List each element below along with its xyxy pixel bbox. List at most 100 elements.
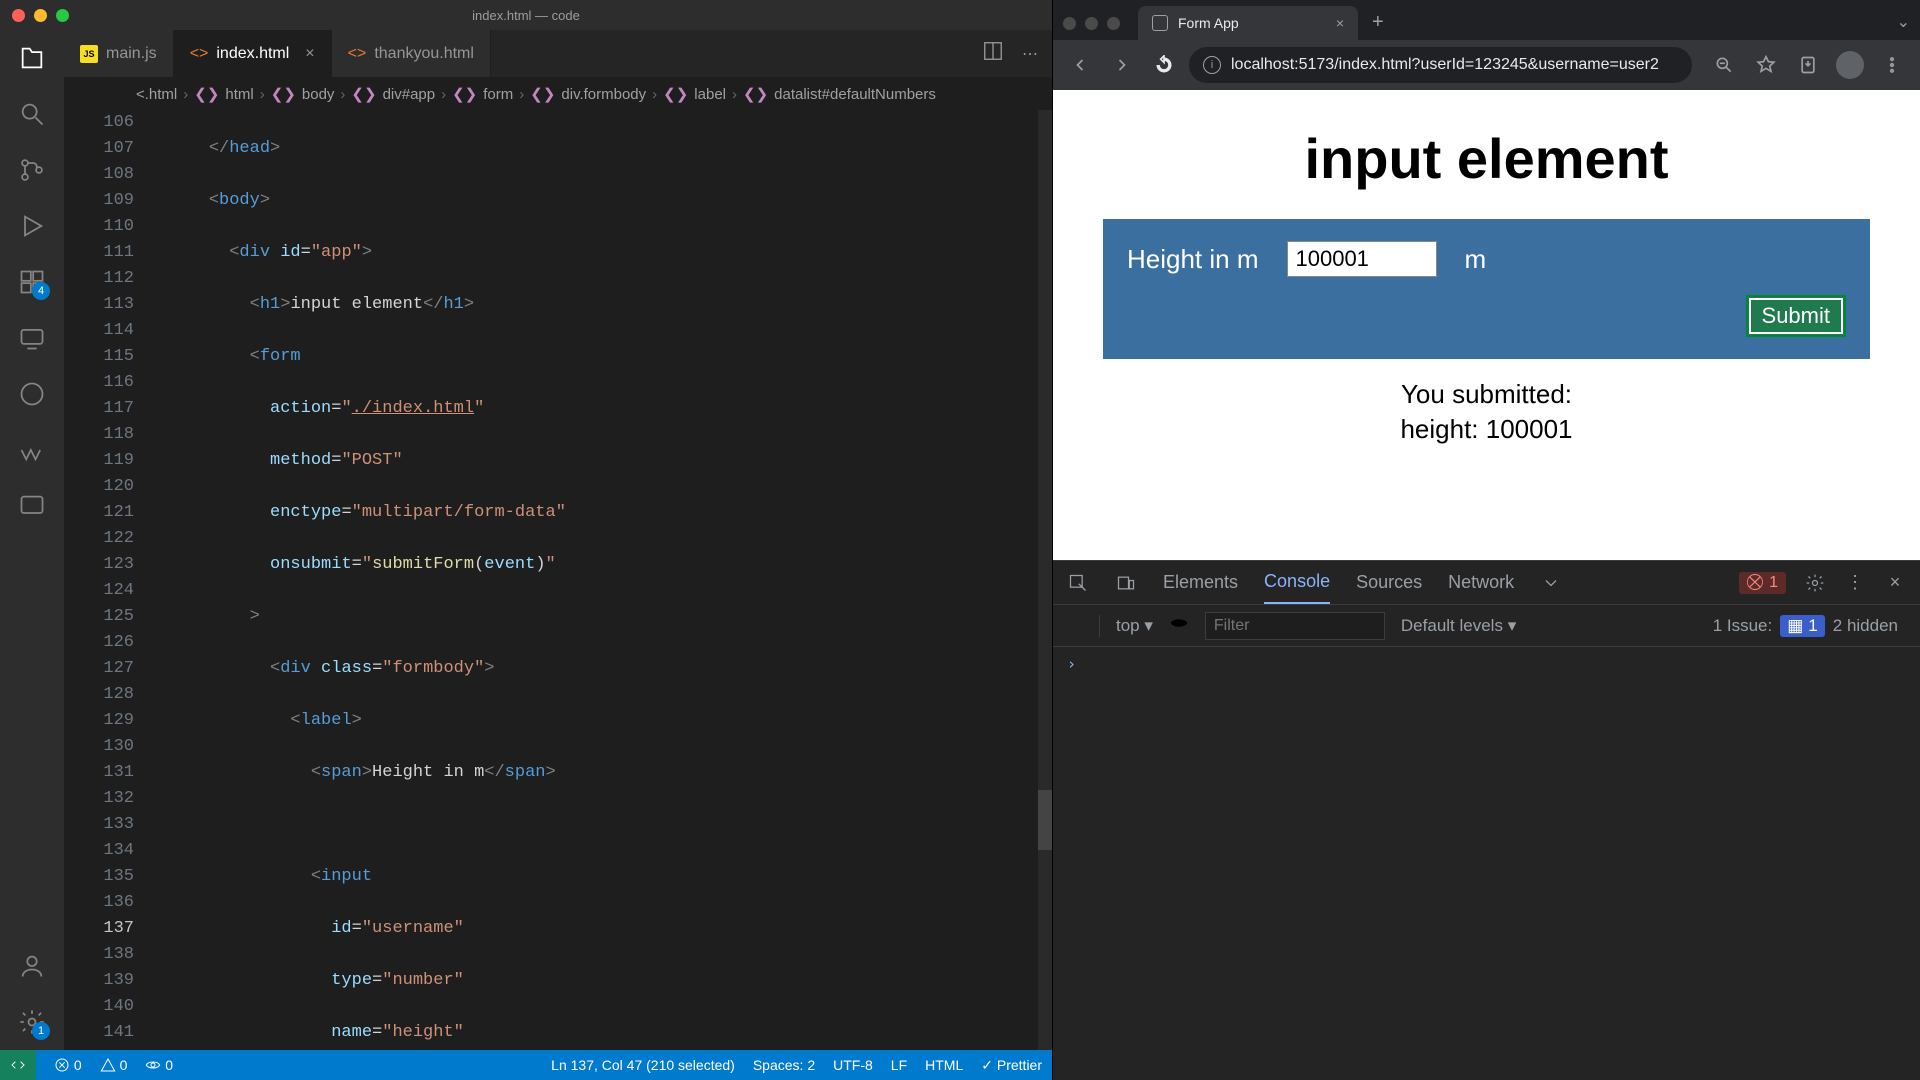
- address-bar[interactable]: i localhost:5173/index.html?userId=12324…: [1189, 47, 1692, 83]
- extensions-badge: 4: [32, 282, 50, 300]
- search-icon[interactable]: [16, 98, 48, 130]
- status-eol[interactable]: LF: [891, 1057, 907, 1073]
- tab-label: thankyou.html: [374, 45, 474, 63]
- tab-console[interactable]: Console: [1264, 571, 1330, 604]
- close-icon[interactable]: ×: [305, 45, 314, 63]
- height-input[interactable]: [1287, 241, 1437, 277]
- result-line: You submitted:: [1103, 377, 1870, 412]
- submit-button[interactable]: Submit: [1746, 295, 1846, 337]
- minimize-icon[interactable]: [1085, 17, 1098, 30]
- source-control-icon[interactable]: [16, 154, 48, 186]
- mac-traffic-lights[interactable]: [12, 9, 69, 22]
- bc-item[interactable]: form: [483, 86, 513, 103]
- install-icon[interactable]: [1790, 47, 1826, 83]
- bc-item[interactable]: label: [694, 86, 726, 103]
- devtools-settings-icon[interactable]: [1804, 572, 1826, 594]
- unit-label: m: [1465, 244, 1487, 275]
- tab-elements[interactable]: Elements: [1163, 572, 1238, 603]
- mac-traffic-lights[interactable]: [1063, 17, 1120, 30]
- status-spaces[interactable]: Spaces: 2: [753, 1057, 815, 1073]
- page-content: input element Height in m m Submit You s…: [1053, 90, 1920, 560]
- site-info-icon[interactable]: i: [1203, 56, 1221, 74]
- tab-sources[interactable]: Sources: [1356, 572, 1422, 603]
- code-editor[interactable]: 106107108109110 111112113114115 11611711…: [64, 110, 1052, 1050]
- extensions-icon[interactable]: 4: [16, 266, 48, 298]
- close-icon[interactable]: [12, 9, 25, 22]
- browser-toolbar: i localhost:5173/index.html?userId=12324…: [1053, 40, 1920, 90]
- tab-thankyou-html[interactable]: <> thankyou.html: [332, 30, 491, 77]
- explorer-icon[interactable]: [16, 42, 48, 74]
- status-cursor[interactable]: Ln 137, Col 47 (210 selected): [551, 1057, 735, 1073]
- error-count[interactable]: ⛒ 1: [1739, 572, 1786, 594]
- bc-item[interactable]: div#app: [383, 86, 436, 103]
- tab-main-js[interactable]: JS main.js: [64, 30, 174, 77]
- tab-network[interactable]: Network: [1448, 572, 1514, 603]
- code-content[interactable]: </head> <body> <div id="app"> <h1>input …: [164, 110, 1052, 1050]
- status-bar: 0 0 0 Ln 137, Col 47 (210 selected) Spac…: [0, 1050, 1052, 1080]
- back-button[interactable]: [1063, 48, 1097, 82]
- levels-selector[interactable]: Default levels ▾: [1401, 616, 1516, 636]
- context-selector[interactable]: top ▾: [1116, 616, 1153, 636]
- zoom-icon[interactable]: [1107, 17, 1120, 30]
- menu-icon[interactable]: [1874, 47, 1910, 83]
- devtools-close-icon[interactable]: ×: [1884, 572, 1906, 594]
- hidden-count[interactable]: 2 hidden: [1833, 616, 1898, 636]
- tab-label: main.js: [106, 45, 157, 63]
- settings-icon[interactable]: 1: [16, 1006, 48, 1038]
- devtools-menu-icon[interactable]: ⋮: [1844, 572, 1866, 594]
- bc-item[interactable]: html: [225, 86, 253, 103]
- account-icon[interactable]: [16, 950, 48, 982]
- inspect-icon[interactable]: [1067, 572, 1089, 594]
- status-errors[interactable]: 0: [54, 1057, 82, 1073]
- editor-region: JS main.js <> index.html × <> thankyou.h…: [64, 30, 1052, 1050]
- minimize-icon[interactable]: [34, 9, 47, 22]
- window-title: index.html — code: [0, 8, 1052, 23]
- close-icon[interactable]: [1063, 17, 1076, 30]
- comments-icon[interactable]: [16, 490, 48, 522]
- more-icon[interactable]: ⋯: [1022, 44, 1038, 64]
- bc-item[interactable]: <.html: [136, 86, 177, 103]
- status-ports[interactable]: 0: [145, 1057, 173, 1073]
- browser-tab-strip: Form App × + ⌄: [1053, 0, 1920, 40]
- minimap-scrollbar[interactable]: [1038, 110, 1052, 1050]
- run-debug-icon[interactable]: [16, 210, 48, 242]
- line-numbers: 106107108109110 111112113114115 11611711…: [64, 110, 164, 1050]
- tab-index-html[interactable]: <> index.html ×: [174, 30, 332, 77]
- height-label: Height in m: [1127, 244, 1259, 275]
- console-output[interactable]: ›: [1053, 647, 1920, 1080]
- new-tab-button[interactable]: +: [1372, 11, 1384, 34]
- reload-button[interactable]: [1147, 48, 1181, 82]
- devtools-tabs: Elements Console Sources Network ⛒ 1 ⋮ ×: [1053, 561, 1920, 605]
- chevron-down-icon[interactable]: ⌄: [1897, 12, 1910, 32]
- editor-tabs: JS main.js <> index.html × <> thankyou.h…: [64, 30, 1052, 78]
- status-encoding[interactable]: UTF-8: [833, 1057, 873, 1073]
- bc-item[interactable]: body: [302, 86, 335, 103]
- issues-badge[interactable]: ▦ 1: [1780, 615, 1825, 637]
- testing-icon[interactable]: [16, 378, 48, 410]
- bc-item[interactable]: div.formbody: [561, 86, 646, 103]
- more-tabs-icon[interactable]: [1540, 572, 1562, 594]
- filter-input[interactable]: [1205, 612, 1385, 640]
- titlebar: index.html — code: [0, 0, 1052, 30]
- breadcrumb[interactable]: <.html› ❮❯html› ❮❯body› ❮❯div#app› ❮❯for…: [64, 78, 1052, 110]
- favicon-icon: [1152, 15, 1168, 31]
- vscode-window: index.html — code 4 1: [0, 0, 1052, 1080]
- zoom-icon[interactable]: [56, 9, 69, 22]
- status-warnings[interactable]: 0: [100, 1057, 128, 1073]
- profile-avatar[interactable]: [1832, 47, 1868, 83]
- browser-tab[interactable]: Form App ×: [1138, 6, 1358, 40]
- bc-item[interactable]: datalist#defaultNumbers: [774, 86, 936, 103]
- device-toggle-icon[interactable]: [1115, 572, 1137, 594]
- tab-label: index.html: [216, 45, 289, 63]
- close-icon[interactable]: ×: [1336, 15, 1344, 31]
- status-language[interactable]: HTML: [925, 1057, 963, 1073]
- remote-icon[interactable]: [16, 322, 48, 354]
- zoom-icon[interactable]: [1706, 47, 1742, 83]
- remote-indicator[interactable]: [0, 1050, 36, 1080]
- issues-label[interactable]: 1 Issue:: [1713, 616, 1773, 636]
- split-editor-icon[interactable]: [982, 40, 1004, 67]
- bookmark-icon[interactable]: [1748, 47, 1784, 83]
- live-expression-icon[interactable]: [1169, 613, 1189, 638]
- bookmark-icon[interactable]: [16, 434, 48, 466]
- status-prettier[interactable]: ✓ Prettier: [981, 1057, 1042, 1074]
